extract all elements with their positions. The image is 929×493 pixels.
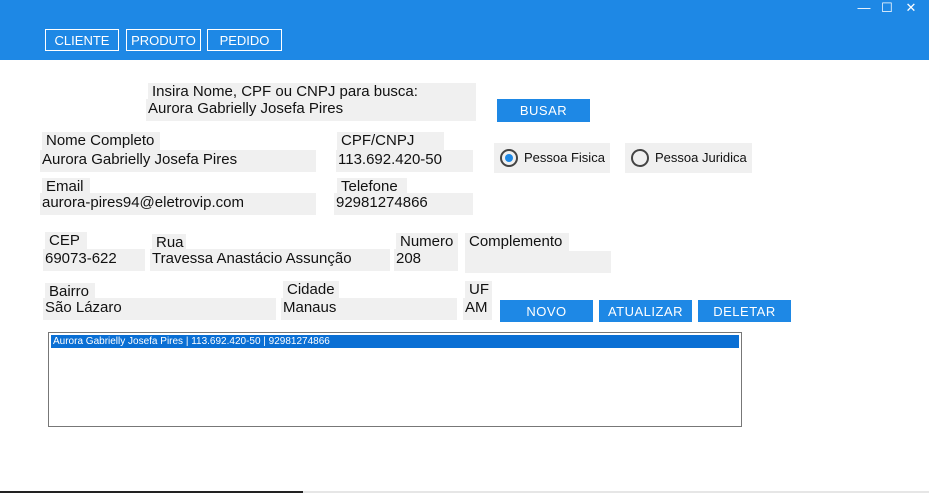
- rua-field[interactable]: Travessa Anastácio Assunção: [150, 249, 390, 271]
- results-list[interactable]: Aurora Gabrielly Josefa Pires | 113.692.…: [48, 332, 742, 427]
- nome-label: Nome Completo: [42, 132, 160, 150]
- uf-field[interactable]: AM: [463, 298, 492, 320]
- title-bar: — ☐ ✕: [0, 0, 929, 20]
- numero-field[interactable]: 208: [394, 249, 458, 271]
- radio-unselected-icon: [631, 149, 649, 167]
- pessoa-juridica-radio[interactable]: Pessoa Juridica: [625, 143, 752, 173]
- radio-selected-icon: [500, 149, 518, 167]
- menu-cliente-button[interactable]: CLIENTE: [45, 29, 119, 51]
- uf-label: UF: [465, 281, 492, 299]
- nome-field[interactable]: Aurora Gabrielly Josefa Pires: [40, 150, 316, 172]
- complemento-field[interactable]: [465, 251, 611, 273]
- pessoa-fisica-radio[interactable]: Pessoa Fisica: [494, 143, 610, 173]
- bairro-field[interactable]: São Lázaro: [43, 298, 276, 320]
- minimize-icon[interactable]: —: [855, 0, 873, 16]
- cidade-label: Cidade: [283, 281, 339, 299]
- pessoa-fisica-label: Pessoa Fisica: [524, 150, 605, 165]
- search-input[interactable]: Aurora Gabrielly Josefa Pires: [146, 99, 476, 121]
- cpf-field[interactable]: 113.692.420-50: [336, 150, 473, 172]
- list-item[interactable]: Aurora Gabrielly Josefa Pires | 113.692.…: [51, 335, 739, 348]
- deletar-button[interactable]: DELETAR: [698, 300, 791, 322]
- maximize-icon[interactable]: ☐: [878, 0, 896, 16]
- telefone-field[interactable]: 92981274866: [334, 193, 473, 215]
- atualizar-button[interactable]: ATUALIZAR: [599, 300, 692, 322]
- cidade-field[interactable]: Manaus: [281, 298, 457, 320]
- email-field[interactable]: aurora-pires94@eletrovip.com: [40, 193, 316, 215]
- cep-label: CEP: [45, 232, 87, 250]
- close-icon[interactable]: ✕: [902, 0, 920, 16]
- menu-produto-button[interactable]: PRODUTO: [126, 29, 201, 51]
- novo-button[interactable]: NOVO: [500, 300, 593, 322]
- pessoa-juridica-label: Pessoa Juridica: [655, 150, 747, 165]
- search-button[interactable]: BUSAR: [497, 99, 590, 122]
- cep-field[interactable]: 69073-622: [43, 249, 145, 271]
- complemento-label: Complemento: [465, 233, 569, 251]
- menu-pedido-button[interactable]: PEDIDO: [207, 29, 282, 51]
- cpf-label: CPF/CNPJ: [337, 132, 444, 150]
